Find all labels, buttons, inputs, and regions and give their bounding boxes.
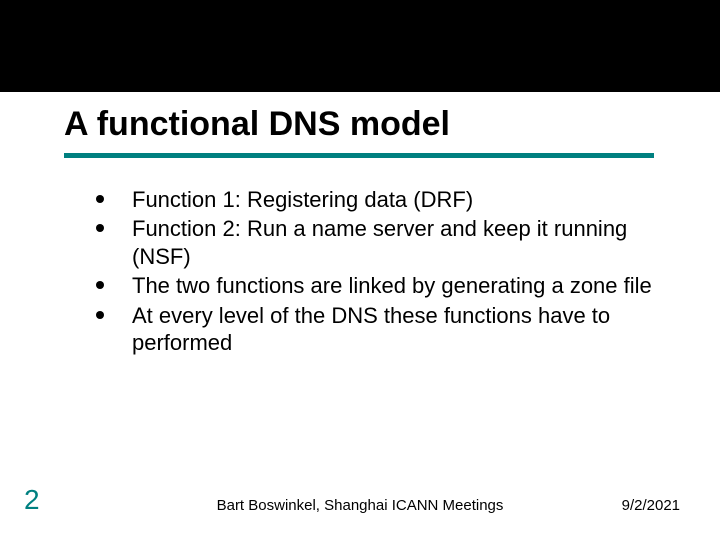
list-item: The two functions are linked by generati… [96,272,672,300]
list-item: At every level of the DNS these function… [96,302,672,357]
slide-title: A functional DNS model [64,104,672,145]
slide-body: Function 1: Registering data (DRF) Funct… [0,158,720,357]
title-block: A functional DNS model [0,92,720,158]
footer-author: Bart Boswinkel, Shanghai ICANN Meetings [217,497,504,514]
list-item: Function 1: Registering data (DRF) [96,186,672,214]
list-item: Function 2: Run a name server and keep i… [96,215,672,270]
footer-date: 9/2/2021 [622,497,680,514]
bullet-list: Function 1: Registering data (DRF) Funct… [96,186,672,357]
page-number: 2 [24,484,40,516]
top-bar [0,0,720,92]
slide: A functional DNS model Function 1: Regis… [0,0,720,540]
